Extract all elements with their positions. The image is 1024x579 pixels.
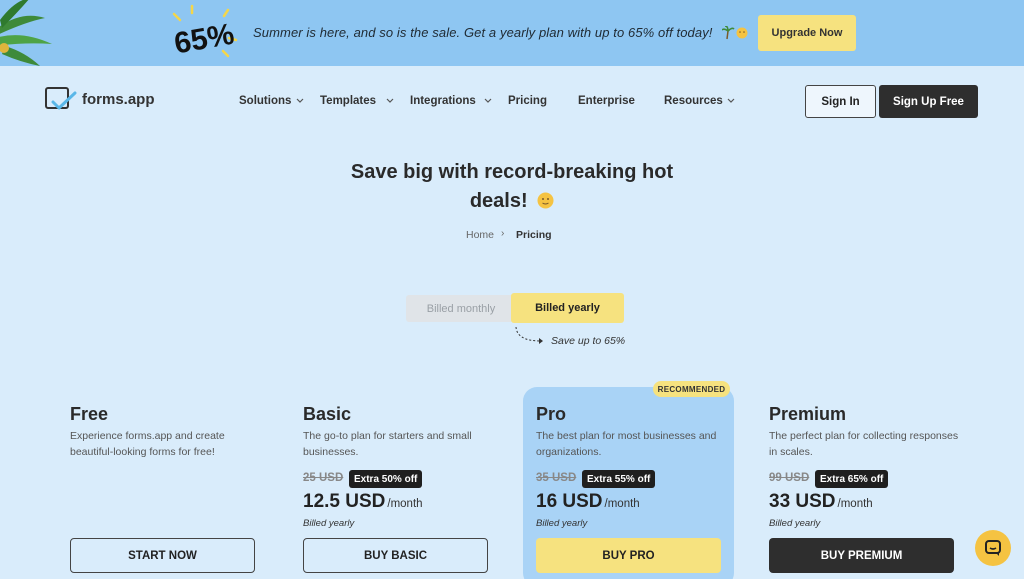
chevron-down-icon — [296, 98, 304, 103]
upgrade-now-button[interactable]: Upgrade Now — [758, 15, 856, 51]
plan-name-free: Free — [70, 404, 109, 424]
price-pro-value: 16 USD — [536, 491, 603, 512]
plan-desc-basic: The go-to plan for starters and small bu… — [303, 430, 472, 458]
billed-basic: Billed yearly — [303, 518, 355, 529]
billed-pro: Billed yearly — [536, 518, 588, 529]
billed-yearly-option[interactable]: Billed yearly — [511, 293, 624, 323]
nav-templates[interactable]: Templates — [320, 95, 376, 107]
palm-leaves-icon — [0, 0, 52, 66]
breadcrumb-current: Pricing — [516, 229, 552, 241]
promo-banner: 65% Summer is here, and so is the sale. … — [0, 0, 1024, 66]
plan-desc-pro: The best plan for most businesses and or… — [536, 430, 717, 458]
breadcrumb-home[interactable]: Home — [466, 229, 494, 241]
price-basic-period: /month — [387, 498, 423, 510]
plan-desc-free: Experience forms.app and create beautifu… — [70, 430, 225, 458]
billing-toggle: Billed monthly Billed yearly — [406, 293, 624, 323]
nav-solutions[interactable]: Solutions — [239, 95, 291, 107]
palm-sun-emoji-icon — [722, 26, 748, 40]
plan-name-basic: Basic — [303, 404, 352, 424]
nav-enterprise[interactable]: Enterprise — [578, 95, 635, 107]
sun-emoji-icon — [537, 192, 554, 209]
forms-app-logo-icon — [45, 87, 77, 110]
nav-resources[interactable]: Resources — [664, 95, 723, 107]
start-now-button[interactable]: START NOW — [70, 538, 255, 573]
nav-integrations[interactable]: Integrations — [410, 95, 476, 107]
price-pro: 16 USD/month — [536, 491, 640, 513]
chevron-down-icon — [484, 98, 492, 103]
price-premium: 33 USD/month — [769, 491, 873, 513]
price-pro-period: /month — [604, 498, 640, 510]
price-basic: 12.5 USD/month — [303, 491, 423, 513]
discount-badge-pro: Extra 55% off — [582, 470, 656, 488]
chat-button[interactable] — [975, 530, 1011, 566]
old-price-basic: 25 USD — [303, 472, 344, 484]
chat-bubble-icon — [985, 540, 1001, 556]
page-title: Save big with record-breaking hot deals! — [312, 158, 712, 216]
nav-pricing[interactable]: Pricing — [508, 95, 547, 107]
discount-badge-basic: Extra 50% off — [349, 470, 423, 488]
billed-premium: Billed yearly — [769, 518, 821, 529]
buy-basic-button[interactable]: BUY BASIC — [303, 538, 488, 573]
logo[interactable]: forms.app — [45, 87, 175, 115]
price-basic-value: 12.5 USD — [303, 491, 386, 512]
page-title-line1: Save big with record-breaking hot — [350, 161, 674, 183]
breadcrumb-separator: › — [501, 228, 505, 239]
plan-name-premium: Premium — [769, 404, 847, 424]
chevron-down-icon — [386, 98, 394, 103]
old-price-pro: 35 USD — [536, 472, 577, 484]
logo-text: forms.app — [82, 91, 155, 108]
discount-badge-premium: Extra 65% off — [815, 470, 889, 488]
sign-in-button[interactable]: Sign In — [805, 85, 876, 118]
price-premium-period: /month — [837, 498, 873, 510]
banner-message: Summer is here, and so is the sale. Get … — [253, 25, 713, 40]
sign-up-free-button[interactable]: Sign Up Free — [879, 85, 978, 118]
buy-premium-button[interactable]: BUY PREMIUM — [769, 538, 954, 573]
recommended-badge: RECOMMENDED — [653, 381, 730, 397]
dashed-arrow-icon — [515, 326, 543, 344]
buy-pro-button[interactable]: BUY PRO — [536, 538, 721, 573]
plan-name-pro: Pro — [536, 404, 567, 424]
price-premium-value: 33 USD — [769, 491, 836, 512]
save-note: Save up to 65% — [551, 335, 626, 347]
old-price-premium: 99 USD — [769, 472, 810, 484]
sale-badge-icon: 65% — [172, 4, 238, 61]
page-title-line2: deals! — [469, 190, 528, 212]
chevron-down-icon — [727, 98, 735, 103]
plan-desc-premium: The perfect plan for collecting response… — [769, 430, 959, 458]
billed-monthly-option[interactable]: Billed monthly — [406, 295, 516, 322]
